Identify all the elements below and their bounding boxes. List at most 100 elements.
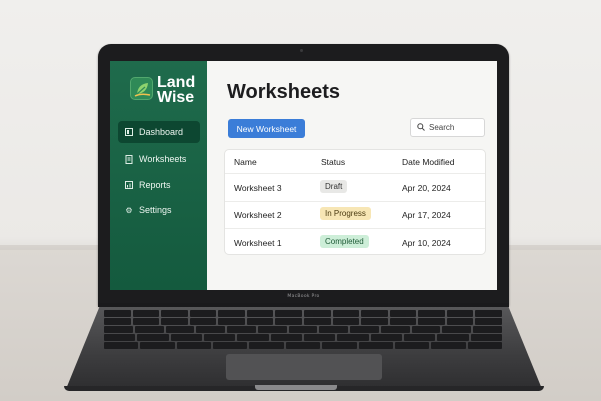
worksheets-table: Name Status Date Modified Worksheet 3 Dr… bbox=[224, 149, 486, 255]
row-date: Apr 17, 2024 bbox=[402, 210, 451, 220]
reports-icon bbox=[124, 181, 134, 189]
leaf-logo-icon bbox=[130, 77, 153, 100]
keyboard-key bbox=[350, 326, 379, 333]
keyboard-key bbox=[170, 334, 202, 341]
keyboard-key bbox=[165, 326, 195, 333]
keyboard-key bbox=[470, 334, 502, 341]
keyboard-key bbox=[411, 326, 441, 333]
row-name: Worksheet 1 bbox=[234, 238, 282, 248]
keyboard-key bbox=[104, 326, 133, 333]
status-badge: In Progress bbox=[320, 207, 371, 220]
keyboard-key bbox=[204, 334, 236, 341]
keyboard-key bbox=[431, 342, 466, 349]
keyboard-key bbox=[275, 310, 302, 317]
keyboard-key bbox=[475, 318, 502, 325]
keyboard-key bbox=[446, 318, 474, 325]
keyboard-key bbox=[332, 310, 360, 317]
brand-line-1: Land bbox=[157, 74, 196, 91]
keyboard-key bbox=[304, 310, 331, 317]
row-divider bbox=[225, 228, 485, 229]
status-badge: Completed bbox=[320, 235, 369, 248]
sidebar-item-worksheets[interactable]: Worksheets bbox=[118, 148, 200, 170]
keyboard-key bbox=[404, 334, 436, 341]
model-label: MacBook Pro bbox=[287, 294, 320, 299]
keyboard-key bbox=[213, 342, 248, 349]
keyboard-key bbox=[473, 326, 502, 333]
status-badge: Draft bbox=[320, 180, 348, 193]
keyboard-key bbox=[161, 318, 188, 325]
keyboard-key bbox=[304, 334, 336, 341]
sidebar: Land Wise Dashboard Worksheets Reports ⚙… bbox=[110, 61, 207, 290]
keyboard-key bbox=[246, 310, 274, 317]
keyboard-key bbox=[304, 318, 331, 325]
sidebar-item-reports[interactable]: Reports bbox=[118, 174, 200, 196]
keyboard-key bbox=[132, 318, 160, 325]
keyboard-key bbox=[361, 310, 388, 317]
keyboard-key bbox=[161, 310, 188, 317]
keyboard-key bbox=[380, 326, 410, 333]
keyboard-key bbox=[418, 318, 445, 325]
row-divider bbox=[225, 201, 485, 202]
page-title: Worksheets bbox=[227, 81, 341, 103]
keyboard-key bbox=[257, 326, 287, 333]
keyboard-key bbox=[104, 310, 131, 317]
brand-line-2: Wise bbox=[157, 89, 195, 106]
keyboard-key bbox=[475, 310, 502, 317]
keyboard-key bbox=[140, 342, 175, 349]
column-header-date[interactable]: Date Modified bbox=[402, 157, 454, 167]
gear-icon: ⚙ bbox=[125, 205, 133, 215]
worksheet-icon bbox=[124, 154, 134, 164]
keyboard-key bbox=[246, 318, 274, 325]
app-screen: Land Wise Dashboard Worksheets Reports ⚙… bbox=[110, 61, 497, 290]
keyboard-key bbox=[437, 334, 469, 341]
keyboard-key bbox=[104, 342, 139, 349]
column-header-status[interactable]: Status bbox=[321, 157, 345, 167]
keyboard bbox=[103, 310, 503, 350]
sidebar-item-label: Dashboard bbox=[139, 127, 184, 137]
keyboard-key bbox=[134, 326, 164, 333]
column-header-name[interactable]: Name bbox=[234, 157, 257, 167]
keyboard-key bbox=[389, 310, 417, 317]
keyboard-key bbox=[288, 326, 318, 333]
keyboard-key bbox=[332, 318, 360, 325]
keyboard-key bbox=[442, 326, 472, 333]
keyboard-key bbox=[467, 342, 502, 349]
row-date: Apr 10, 2024 bbox=[402, 238, 451, 248]
keyboard-key bbox=[189, 310, 217, 317]
keyboard-key bbox=[418, 310, 445, 317]
keyboard-key bbox=[249, 342, 284, 349]
sidebar-item-settings[interactable]: ⚙ Settings bbox=[118, 199, 200, 221]
sidebar-item-label: Reports bbox=[139, 180, 171, 190]
brand-logo: Land Wise bbox=[157, 74, 196, 106]
keyboard-key bbox=[196, 326, 226, 333]
keyboard-key bbox=[285, 342, 321, 349]
sidebar-item-dashboard[interactable]: Dashboard bbox=[118, 121, 200, 143]
keyboard-key bbox=[270, 334, 302, 341]
keyboard-key bbox=[394, 342, 430, 349]
keyboard-key bbox=[358, 342, 393, 349]
keyboard-key bbox=[370, 334, 402, 341]
keyboard-key bbox=[361, 318, 388, 325]
webcam bbox=[300, 49, 303, 52]
keyboard-key bbox=[176, 342, 212, 349]
search-input[interactable]: Search bbox=[410, 118, 485, 137]
row-date: Apr 20, 2024 bbox=[402, 183, 451, 193]
trackpad bbox=[226, 354, 382, 380]
row-name: Worksheet 2 bbox=[234, 210, 282, 220]
keyboard-key bbox=[275, 318, 302, 325]
keyboard-key bbox=[189, 318, 217, 325]
keyboard-key bbox=[218, 318, 245, 325]
sidebar-item-label: Settings bbox=[139, 205, 172, 215]
keyboard-key bbox=[446, 310, 474, 317]
row-name: Worksheet 3 bbox=[234, 183, 282, 193]
keyboard-key bbox=[237, 334, 269, 341]
sidebar-item-label: Worksheets bbox=[139, 154, 187, 164]
keyboard-key bbox=[104, 334, 136, 341]
new-worksheet-button[interactable]: New Worksheet bbox=[228, 119, 305, 138]
keyboard-key bbox=[137, 334, 169, 341]
lid-notch bbox=[255, 385, 337, 390]
laptop-hinge bbox=[98, 303, 509, 307]
keyboard-key bbox=[227, 326, 256, 333]
search-icon bbox=[417, 122, 425, 133]
search-placeholder: Search bbox=[429, 123, 455, 132]
